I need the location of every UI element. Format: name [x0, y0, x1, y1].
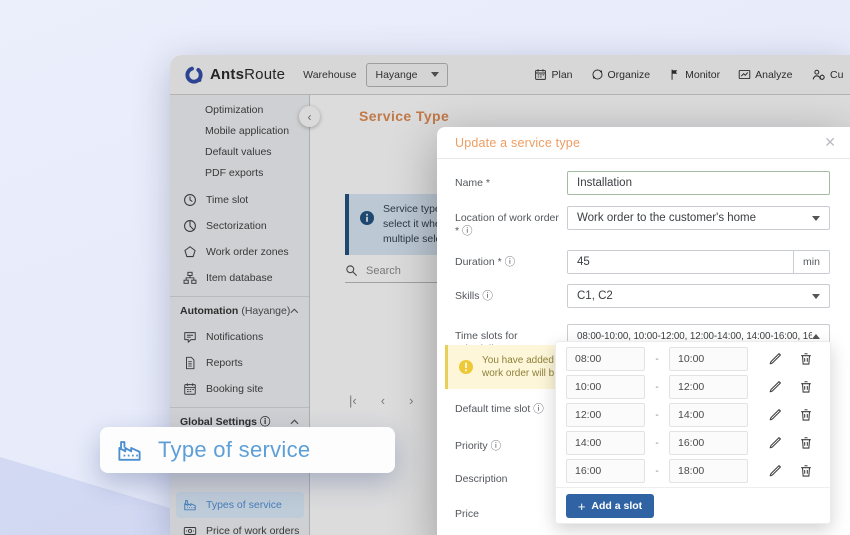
- slot-separator: -: [645, 382, 669, 393]
- slot-row: -: [566, 403, 820, 427]
- factory-icon: [116, 437, 143, 464]
- screenshot-stage: AntsRoute Warehouse Hayange Plan: [0, 0, 850, 535]
- duration-label: Duration * ⓘ: [455, 250, 567, 274]
- description-label: Description: [455, 473, 508, 485]
- warning-line: You have added: [482, 354, 554, 367]
- edit-pencil-icon[interactable]: [768, 408, 782, 422]
- skills-select[interactable]: C1, C2: [567, 284, 830, 308]
- chevron-up-icon: [812, 334, 820, 339]
- timeslots-select-value: 08:00-10:00, 10:00-12:00, 12:00-14:00, 1…: [577, 331, 812, 342]
- timeslots-dropdown-panel: - - -: [555, 341, 831, 524]
- delete-trash-icon[interactable]: [799, 352, 813, 366]
- edit-pencil-icon[interactable]: [768, 436, 782, 450]
- modal-title: Update a service type: [455, 136, 580, 150]
- add-slot-label: Add a slot: [591, 500, 642, 512]
- slot-separator: -: [645, 410, 669, 421]
- location-label: Location of work order * ⓘ: [455, 206, 567, 238]
- location-select-value: Work order to the customer's home: [577, 212, 812, 224]
- slot-row: -: [566, 347, 820, 371]
- field-row-skills: Skills ⓘ C1, C2: [455, 284, 830, 308]
- delete-trash-icon[interactable]: [799, 464, 813, 478]
- priority-label: Priority ⓘ: [455, 438, 501, 453]
- slot-separator: -: [645, 354, 669, 365]
- edit-pencil-icon[interactable]: [768, 352, 782, 366]
- slot-row: -: [566, 459, 820, 483]
- slot-row: -: [566, 375, 820, 399]
- warning-icon: [458, 359, 474, 375]
- warning-line: work order will b: [482, 367, 554, 380]
- skills-select-value: C1, C2: [577, 290, 812, 302]
- duration-unit: min: [793, 251, 829, 273]
- slot-row: -: [566, 431, 820, 455]
- slot-end-input[interactable]: [669, 347, 748, 371]
- name-label: Name *: [455, 171, 567, 195]
- delete-trash-icon[interactable]: [799, 408, 813, 422]
- modal-header: Update a service type ✕: [437, 127, 850, 159]
- chevron-down-icon: [812, 294, 820, 299]
- slot-end-input[interactable]: [669, 459, 748, 483]
- type-of-service-tooltip: Type of service: [100, 427, 395, 473]
- edit-pencil-icon[interactable]: [768, 464, 782, 478]
- slot-start-input[interactable]: [566, 347, 645, 371]
- field-row-name: Name *: [455, 171, 830, 195]
- duration-input[interactable]: [568, 251, 793, 273]
- slot-start-input[interactable]: [566, 459, 645, 483]
- delete-trash-icon[interactable]: [799, 436, 813, 450]
- slot-separator: -: [645, 466, 669, 477]
- slot-end-input[interactable]: [669, 403, 748, 427]
- tooltip-label: Type of service: [158, 437, 310, 463]
- close-icon[interactable]: ✕: [824, 134, 836, 151]
- add-slot-button[interactable]: + Add a slot: [566, 494, 654, 518]
- location-select[interactable]: Work order to the customer's home: [567, 206, 830, 230]
- delete-trash-icon[interactable]: [799, 380, 813, 394]
- field-row-duration: Duration * ⓘ min: [455, 250, 830, 274]
- slot-start-input[interactable]: [566, 403, 645, 427]
- plus-icon: +: [578, 499, 586, 514]
- name-input[interactable]: [567, 171, 830, 195]
- slot-end-input[interactable]: [669, 375, 748, 399]
- price-label: Price: [455, 508, 479, 520]
- panel-divider: [556, 487, 830, 488]
- update-service-type-modal: Update a service type ✕ Name * Location …: [437, 127, 850, 535]
- edit-pencil-icon[interactable]: [768, 380, 782, 394]
- skills-label: Skills ⓘ: [455, 284, 567, 308]
- chevron-down-icon: [812, 216, 820, 221]
- field-row-location: Location of work order * ⓘ Work order to…: [455, 206, 830, 238]
- slot-end-input[interactable]: [669, 431, 748, 455]
- slot-start-input[interactable]: [566, 375, 645, 399]
- slot-start-input[interactable]: [566, 431, 645, 455]
- slot-separator: -: [645, 438, 669, 449]
- default-time-slot-label: Default time slot ⓘ: [455, 401, 544, 416]
